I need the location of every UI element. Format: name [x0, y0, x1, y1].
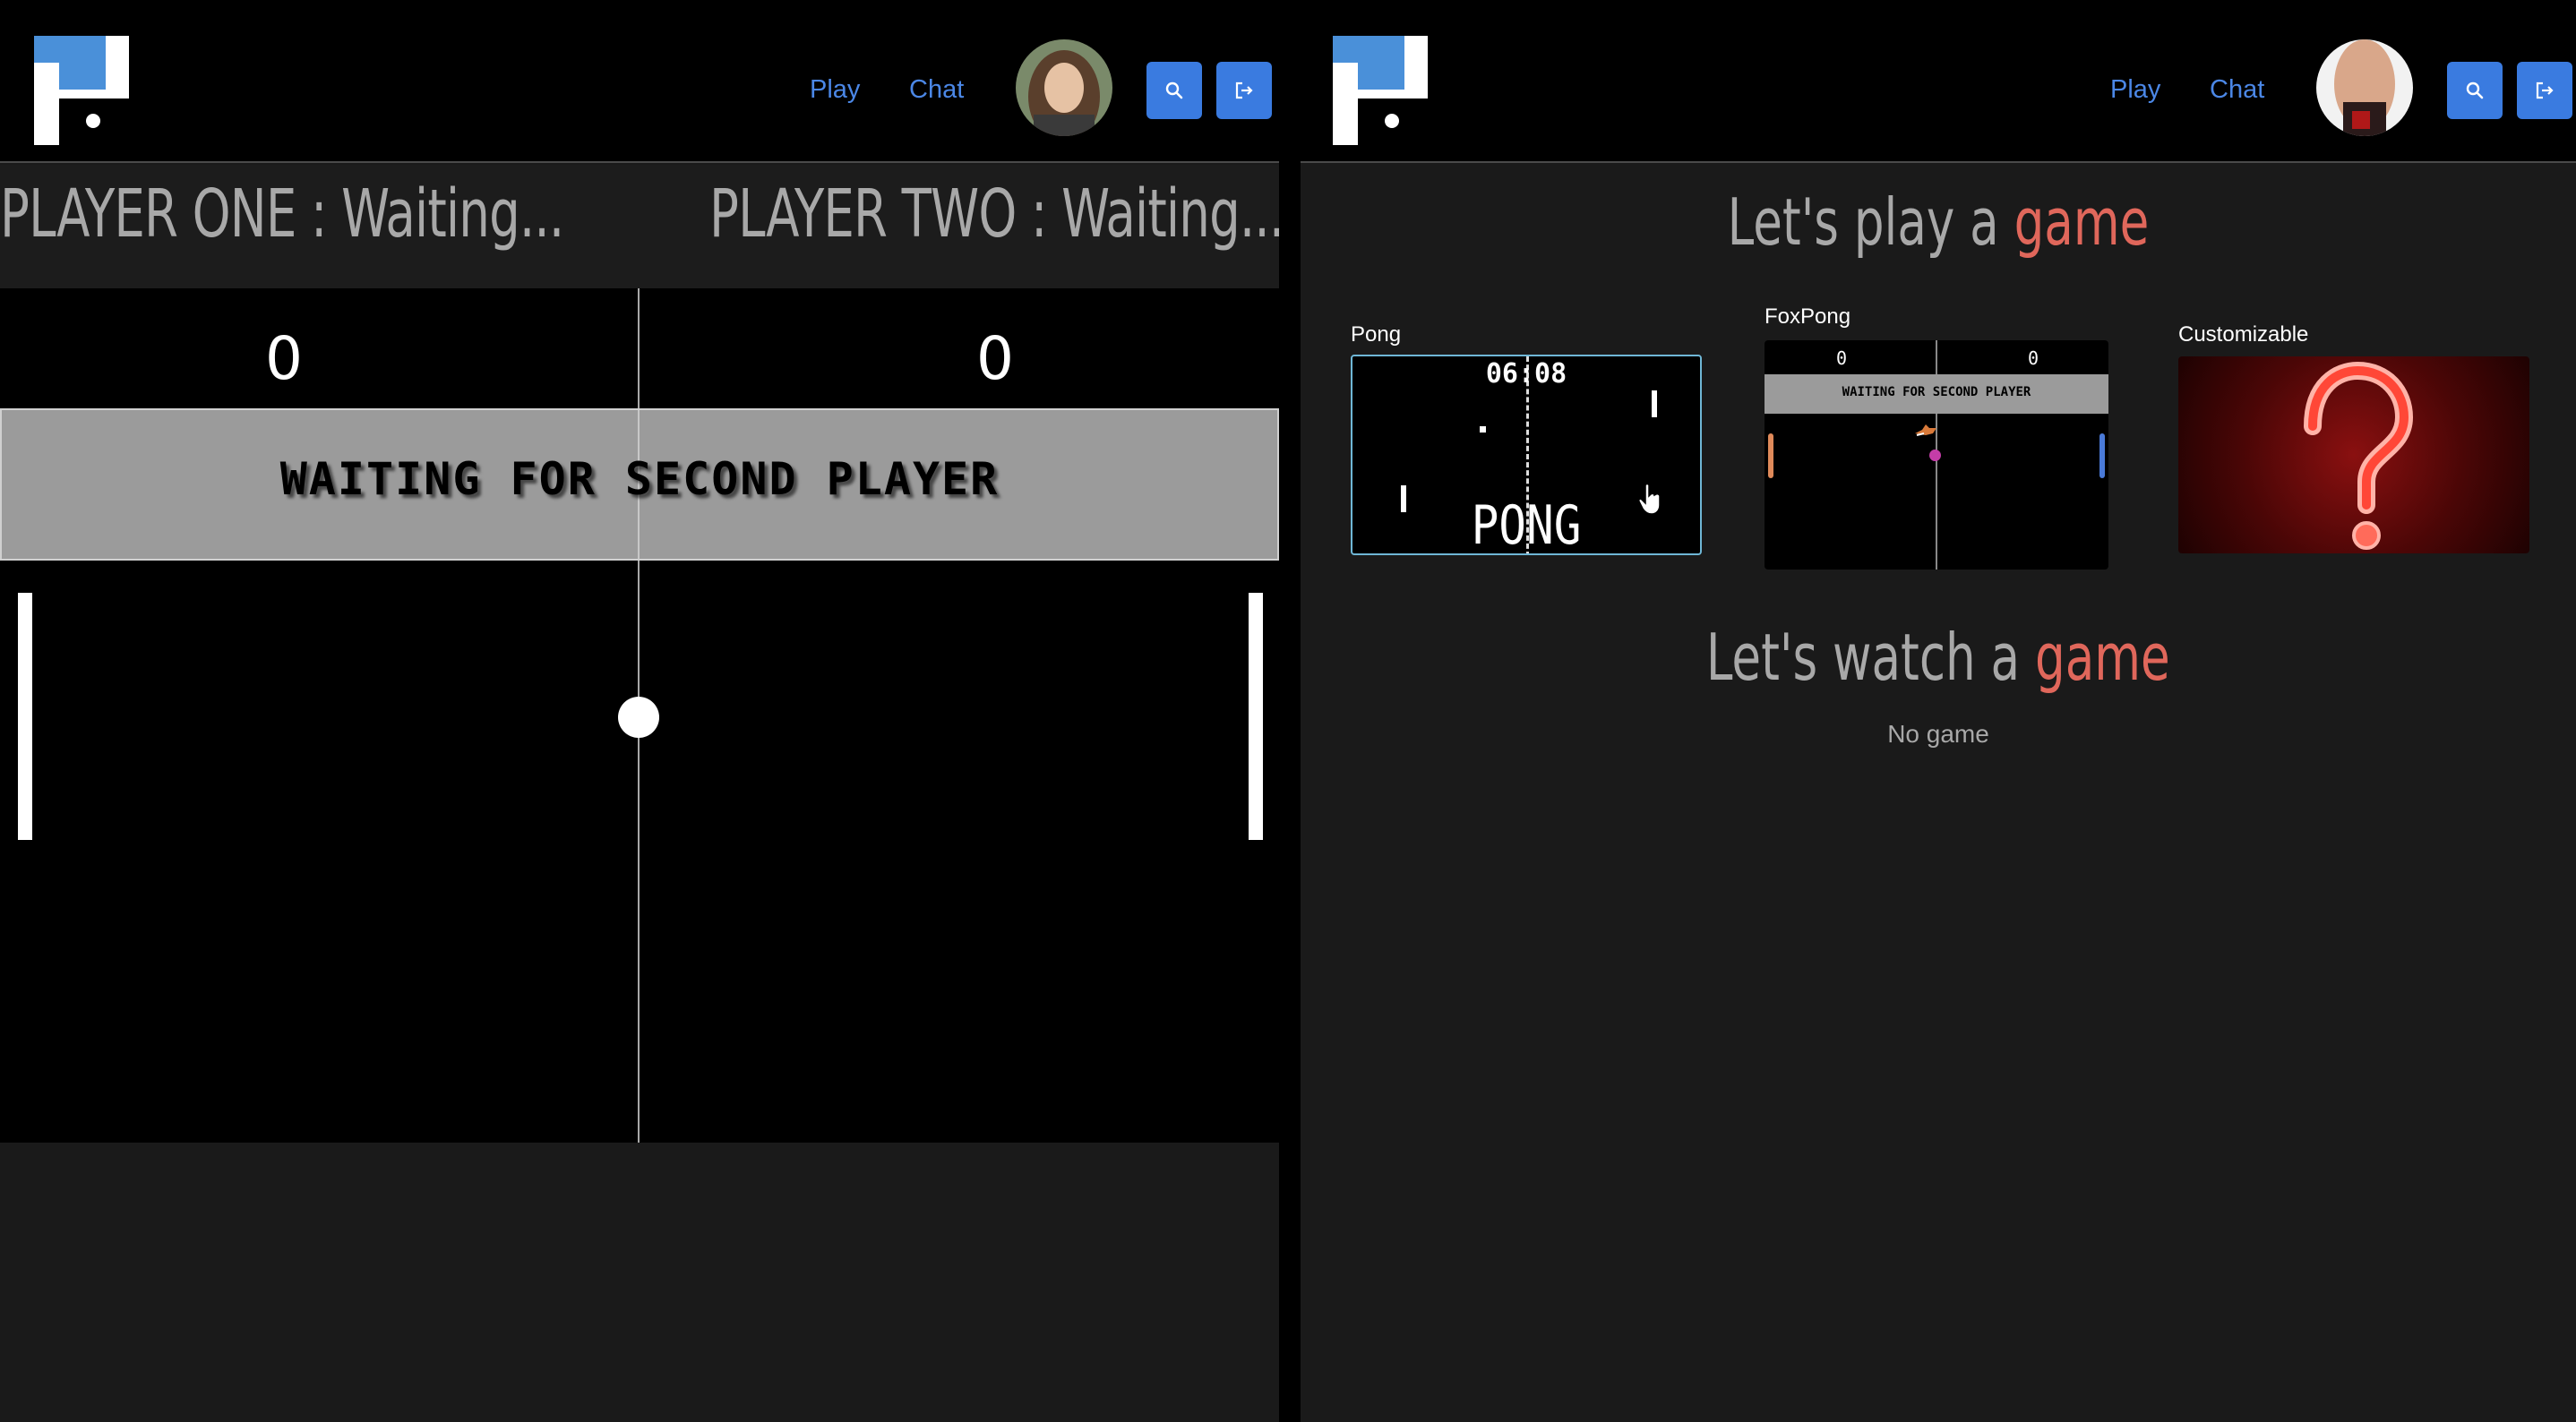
logo[interactable] — [34, 36, 129, 145]
foxpong-preview-ball — [1929, 450, 1941, 461]
foxpong-preview-score-right: 0 — [2028, 347, 2039, 369]
logout-button[interactable] — [1216, 62, 1272, 119]
lobby-window: Play Chat Let's play a game Pong 06:08 P… — [1301, 0, 2576, 1422]
customizable-card[interactable] — [2178, 356, 2529, 553]
left-paddle — [18, 593, 32, 840]
foxpong-preview-right-paddle — [2099, 433, 2105, 478]
play-heading-accent: game — [2014, 184, 2150, 260]
nav-play-link[interactable]: Play — [810, 75, 860, 105]
foxpong-preview-banner: WAITING FOR SECOND PLAYER — [1765, 374, 2108, 414]
pong-field[interactable]: 0 0 WAITING FOR SECOND PLAYER — [0, 288, 1279, 1143]
hand-cursor-icon — [1638, 484, 1661, 515]
nav-chat-link[interactable]: Chat — [2210, 75, 2264, 105]
foxpong-card[interactable]: 0 0 WAITING FOR SECOND PLAYER — [1765, 340, 2108, 570]
nav-play-link[interactable]: Play — [2110, 75, 2160, 105]
play-heading: Let's play a game — [1301, 184, 2576, 260]
navbar: Play Chat — [0, 0, 1279, 163]
fox-icon — [1915, 424, 1936, 436]
search-button[interactable] — [2447, 62, 2503, 119]
pong-preview-ball — [1480, 426, 1486, 433]
foxpong-preview-score-left: 0 — [1836, 347, 1848, 369]
search-button[interactable] — [1146, 62, 1202, 119]
search-icon — [1165, 81, 1183, 99]
pong-preview-timer: 06:08 — [1485, 358, 1567, 390]
foxpong-preview-left-paddle — [1768, 433, 1773, 478]
pong-card[interactable]: 06:08 PONG — [1351, 355, 1702, 555]
question-mark-icon — [2304, 361, 2414, 550]
foxpong-preview-banner-text: WAITING FOR SECOND PLAYER — [1842, 385, 2031, 399]
window-divider — [1279, 0, 1301, 1422]
no-game-text: No game — [1887, 720, 1989, 748]
logo[interactable] — [1333, 36, 1428, 145]
logout-button[interactable] — [2517, 62, 2572, 119]
customizable-card-label: Customizable — [2178, 322, 2309, 347]
watch-heading: Let's watch a game — [1301, 620, 2576, 695]
avatar[interactable] — [2316, 39, 2413, 136]
waiting-text: WAITING FOR SECOND PLAYER — [279, 453, 1000, 505]
navbar: Play Chat — [1301, 0, 2576, 163]
score-left: 0 — [265, 324, 303, 393]
score-right: 0 — [976, 324, 1014, 393]
ball — [618, 697, 659, 738]
watch-heading-accent: game — [2035, 620, 2170, 695]
pong-preview-title: PONG — [1471, 494, 1582, 555]
game-window: Play Chat PLAYER ONE : Waiting... PLAYER… — [0, 0, 1279, 1422]
nav-chat-link[interactable]: Chat — [909, 75, 964, 105]
player-one-label: PLAYER ONE : Waiting... — [0, 176, 564, 253]
search-icon — [2466, 81, 2484, 99]
right-paddle — [1249, 593, 1263, 840]
pong-preview-right-paddle — [1652, 390, 1657, 417]
logout-icon — [1235, 81, 1253, 99]
foxpong-card-label: FoxPong — [1765, 304, 1851, 329]
pong-card-label: Pong — [1351, 322, 1402, 347]
watch-heading-prefix: Let's watch a — [1706, 620, 2036, 695]
avatar[interactable] — [1016, 39, 1112, 136]
play-heading-prefix: Let's play a — [1727, 184, 2014, 260]
player-two-label: PLAYER TWO : Waiting... — [709, 176, 1279, 253]
logout-icon — [2536, 81, 2554, 99]
waiting-banner: WAITING FOR SECOND PLAYER — [0, 408, 1279, 561]
